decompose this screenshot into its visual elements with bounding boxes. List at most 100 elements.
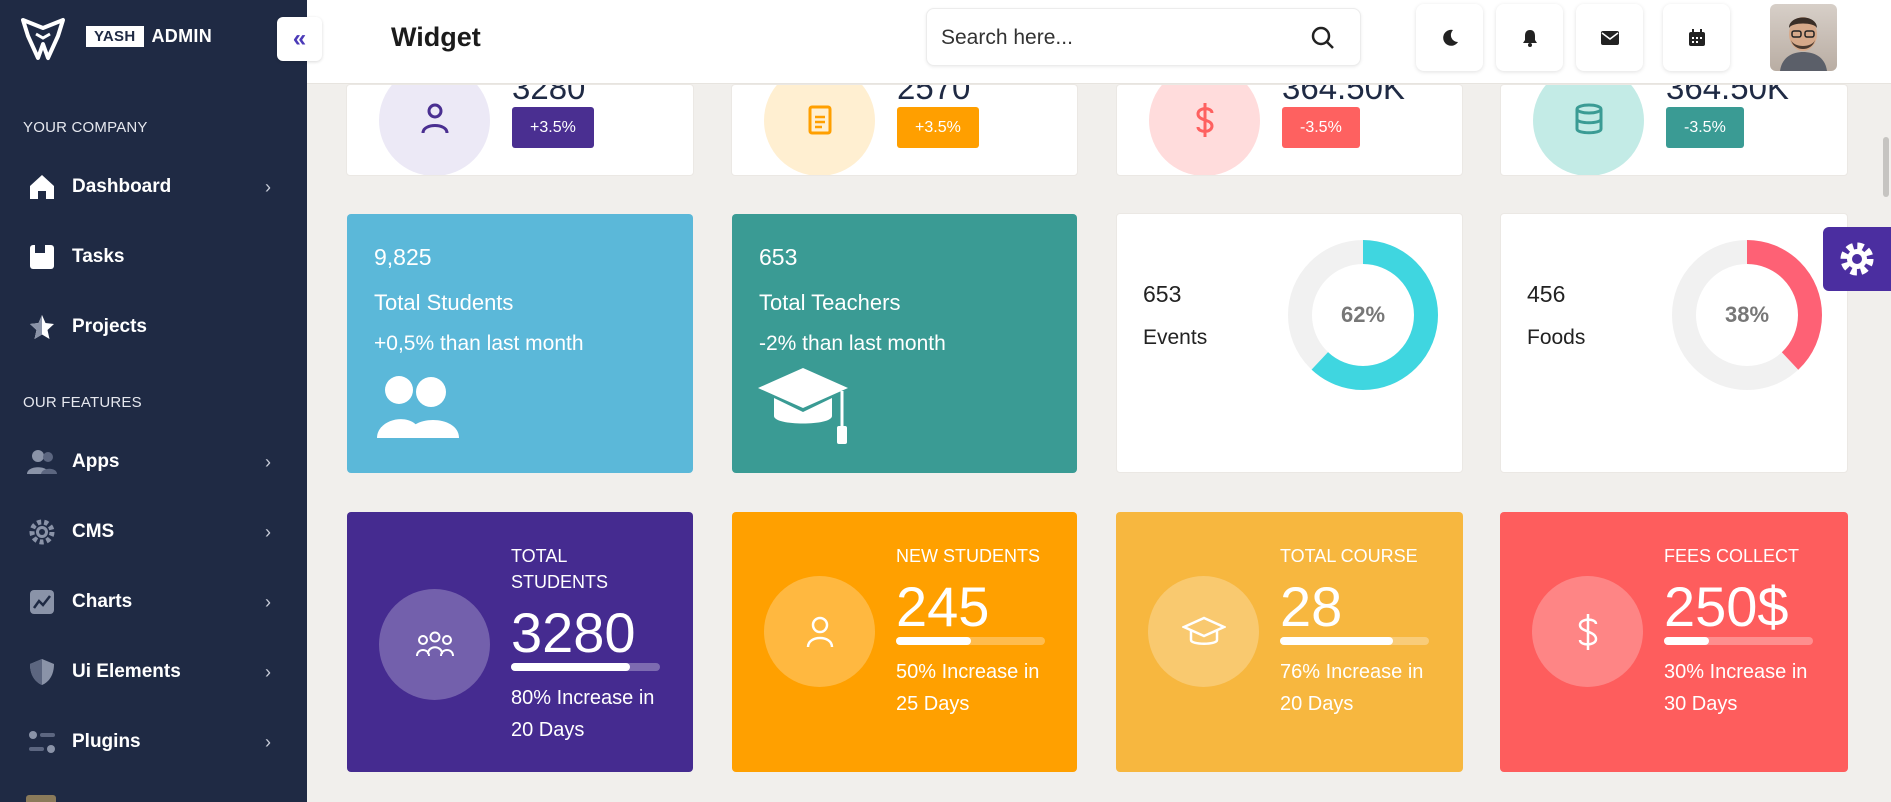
top-card-students: 3280 +3.5% (346, 84, 694, 176)
top-card-icon-circle (1533, 85, 1644, 175)
big-card-value: 245 (896, 575, 990, 638)
sidebar-item-label: Tasks (72, 246, 125, 267)
big-card-subtitle: 76% Increase in 20 Days (1280, 661, 1424, 715)
header: Widget (307, 0, 1891, 84)
gear-icon (1840, 242, 1874, 276)
total-students-big-card: TOTAL STUDENTS 3280 80% Increase in 20 D… (347, 512, 693, 772)
progress-bar-fill (511, 663, 631, 671)
chevron-right-icon: › (265, 661, 271, 682)
user-icon (806, 616, 833, 647)
chevron-right-icon: › (265, 731, 271, 752)
user-icon (421, 103, 448, 133)
stat-subtitle: +0,5% than last month (374, 332, 584, 355)
theme-toggle-button[interactable] (1416, 4, 1483, 71)
sidebar-item-label: Plugins (72, 731, 141, 752)
progress-bar (896, 637, 1045, 645)
big-card-label: FEES COLLECT (1664, 546, 1800, 566)
search-input[interactable] (941, 23, 1301, 53)
brand[interactable]: YASH ADMIN (86, 26, 212, 47)
sidebar-item-tasks[interactable]: Tasks (0, 229, 307, 285)
avatar[interactable] (1770, 4, 1837, 71)
sidebar-item-label: CMS (72, 521, 115, 542)
sidebar-item-projects[interactable]: Projects (0, 299, 307, 355)
big-card-subtitle: 30% Increase in 30 Days (1664, 661, 1808, 715)
dollar-icon (1578, 613, 1597, 650)
sidebar-collapse-button[interactable]: « (277, 17, 322, 61)
big-card-label: NEW STUDENTS (896, 546, 1040, 566)
top-card-value: 364.50K (1666, 84, 1789, 106)
messages-button[interactable] (1576, 4, 1643, 71)
sidebar-item-apps[interactable]: Apps › (0, 434, 307, 490)
top-card-icon-circle (1149, 85, 1260, 175)
top-card-value: 364.50K (1282, 84, 1405, 106)
progress-bar-fill (1664, 637, 1709, 645)
donut-number: 456 (1527, 281, 1566, 307)
big-card-label: TOTAL COURSE (1280, 546, 1418, 566)
progress-bar (1664, 637, 1813, 645)
sidebar-item-dashboard[interactable]: Dashboard › (0, 159, 307, 215)
top-card-icon-circle (379, 85, 490, 175)
donut-percent: 62% (1340, 302, 1386, 327)
big-card-icon-circle (764, 576, 875, 687)
stat-title: Total Teachers (759, 290, 901, 315)
search-box[interactable] (926, 8, 1361, 66)
graduation-cap-icon (1181, 616, 1226, 645)
total-teachers-card: 653 Total Teachers -2% than last month (732, 214, 1077, 473)
total-course-card: TOTAL COURSE 28 76% Increase in 20 Days (1116, 512, 1463, 772)
bell-icon (1522, 29, 1537, 47)
donut-percent: 38% (1724, 302, 1770, 327)
graduation-cap-icon (758, 368, 848, 444)
search-icon[interactable] (1310, 25, 1336, 51)
progress-bar (1280, 637, 1429, 645)
database-icon (1575, 103, 1602, 134)
big-card-icon-circle (1532, 576, 1643, 687)
stat-number: 9,825 (374, 244, 432, 270)
big-card-label: TOTAL STUDENTS (511, 546, 609, 592)
mail-icon (1600, 30, 1619, 45)
donut-label: Events (1143, 326, 1208, 349)
stat-subtitle: -2% than last month (759, 332, 946, 355)
calendar-button[interactable] (1663, 4, 1730, 71)
progress-bar-fill (896, 637, 971, 645)
scrollbar-thumb[interactable] (1883, 137, 1889, 197)
top-card-storage: 364.50K -3.5% (1500, 84, 1848, 176)
partial-nav-icon (26, 795, 56, 802)
big-card-value: 28 (1280, 575, 1343, 638)
sidebar-item-label: Apps (72, 451, 120, 472)
donut-label: Foods (1527, 326, 1586, 349)
group-icon (415, 631, 454, 656)
chevron-right-icon: › (265, 591, 271, 612)
chevron-right-icon: › (265, 176, 271, 197)
clipboard-icon (808, 105, 831, 134)
change-badge: -3.5% (1282, 107, 1360, 148)
sidebar-item-charts[interactable]: Charts › (0, 574, 307, 630)
dollar-icon (1195, 102, 1214, 137)
top-card-icon-circle (764, 85, 875, 175)
brand-box: YASH (86, 26, 144, 47)
big-card-subtitle: 50% Increase in 25 Days (896, 661, 1040, 715)
notifications-button[interactable] (1496, 4, 1563, 71)
chart-icon (26, 586, 58, 618)
big-card-icon-circle (379, 589, 490, 700)
change-badge: +3.5% (512, 107, 594, 148)
sidebar: YASH ADMIN YOUR COMPANY Dashboard › Task… (0, 0, 307, 802)
foods-donut-card: 456 Foods 38% (1500, 213, 1848, 473)
fees-collect-card: FEES COLLECT 250$ 30% Increase in 30 Day… (1500, 512, 1848, 772)
progress-bar-fill (1280, 637, 1394, 645)
sidebar-item-plugins[interactable]: Plugins › (0, 714, 307, 770)
change-badge: +3.5% (897, 107, 979, 148)
save-icon (26, 241, 58, 273)
sidebar-item-label: Dashboard (72, 176, 172, 197)
big-card-value: 3280 (511, 601, 636, 664)
settings-button[interactable] (1823, 227, 1891, 291)
gear-icon (26, 516, 58, 548)
users-icon (377, 376, 459, 438)
sidebar-item-cms[interactable]: CMS › (0, 504, 307, 560)
logo-icon[interactable] (18, 14, 68, 64)
top-card-value: 2570 (897, 84, 971, 106)
users-icon (26, 446, 58, 478)
top-card-revenue: 364.50K -3.5% (1116, 84, 1463, 176)
home-icon (26, 171, 58, 203)
double-chevron-left-icon: « (292, 25, 307, 52)
sidebar-item-ui-elements[interactable]: Ui Elements › (0, 644, 307, 700)
